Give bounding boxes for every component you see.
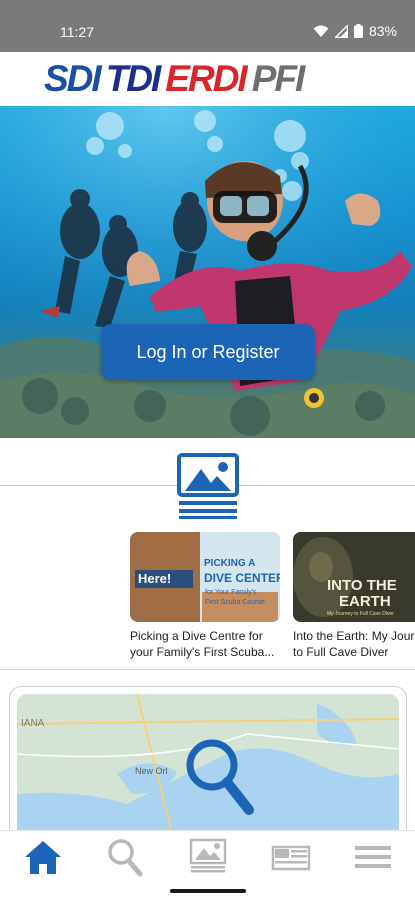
battery-icon [353, 24, 363, 38]
gallery-card[interactable]: INTO THE EARTH My Journey to Full Cave D… [293, 532, 415, 660]
home-gesture-pill[interactable] [170, 889, 246, 893]
wifi-icon [313, 25, 329, 37]
gesture-bar [0, 882, 415, 900]
battery-percent: 83% [368, 23, 397, 39]
thumb-title-3: My Journey to Full Cave Diver [327, 611, 394, 617]
gallery-section-icon [177, 453, 239, 519]
nav-news[interactable] [270, 837, 312, 877]
nav-search[interactable] [104, 837, 146, 877]
signal-icon [334, 24, 348, 38]
status-indicators: 83% [313, 23, 397, 39]
thumb-title-4: First Scuba Course [205, 599, 265, 606]
nav-gallery[interactable] [187, 837, 229, 877]
map-label-state: IANA [21, 718, 45, 729]
section-divider [0, 669, 415, 670]
map-label-city: New Orl [135, 766, 168, 776]
logo-erdi: ERDI [165, 58, 247, 99]
menu-icon [355, 846, 391, 868]
thumb-title-1: PICKING A [204, 558, 255, 569]
card-thumbnail: INTO THE EARTH My Journey to Full Cave D… [293, 532, 415, 622]
card-thumbnail: Here! PICKING A DIVE CENTER for Your Fam… [130, 532, 280, 622]
nav-menu[interactable] [352, 837, 394, 877]
logo-tdi: TDI [105, 58, 162, 99]
hero-diver-image [0, 106, 415, 438]
home-icon [25, 841, 61, 874]
map-search-icon [186, 739, 254, 815]
dive-centre-thumb: Here! PICKING A DIVE CENTER for Your Fam… [130, 532, 280, 622]
thumb-title-1: INTO THE [327, 577, 397, 594]
logo-sdi: SDI [44, 58, 102, 99]
thumb-sign-text: Here! [138, 571, 171, 586]
brand-header: SDI TDI ERDI PFI [0, 52, 415, 106]
status-time: 11:27 [60, 24, 94, 40]
cave-diver-thumb: INTO THE EARTH My Journey to Full Cave D… [293, 532, 415, 622]
gallery-carousel[interactable]: Here! PICKING A DIVE CENTER for Your Fam… [0, 532, 415, 662]
hero-banner: Log In or Register [0, 106, 415, 438]
thumb-title-3: for Your Family's [205, 589, 257, 596]
card-title: Into the Earth: My Journey to Full Cave … [293, 629, 415, 659]
nav-home[interactable] [22, 837, 64, 877]
login-register-button[interactable]: Log In or Register [101, 324, 315, 380]
bottom-navigation [0, 830, 415, 883]
thumb-title-2: EARTH [339, 593, 391, 610]
search-icon [108, 839, 143, 877]
gallery-card[interactable]: Here! PICKING A DIVE CENTER for Your Fam… [130, 532, 282, 660]
logo-pfi: PFI [251, 58, 306, 99]
card-title: Picking a Dive Centre for your Family's … [130, 629, 275, 659]
gallery-icon [189, 838, 227, 873]
brand-logo: SDI TDI ERDI PFI [44, 60, 309, 98]
status-bar: 11:27 83% [0, 0, 415, 52]
image-gallery-icon [177, 453, 239, 519]
thumb-title-2: DIVE CENTER [204, 571, 280, 585]
flag-icon [271, 845, 311, 871]
